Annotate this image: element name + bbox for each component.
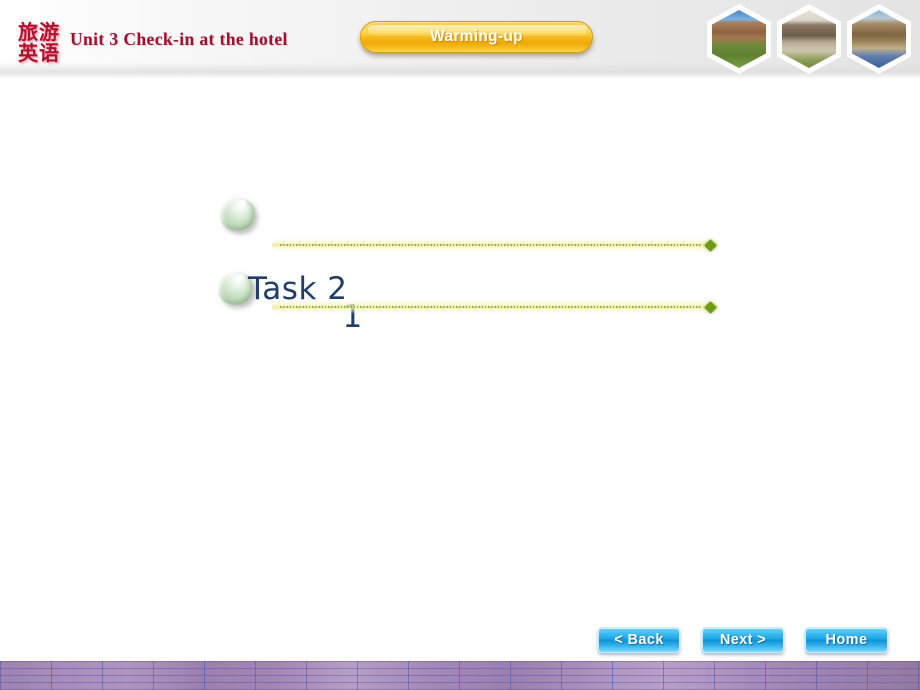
slide-canvas: 旅游 英语 Unit 3 Check-in at the hotel Warmi… bbox=[0, 0, 920, 690]
slide-content: Task 21 bbox=[0, 0, 920, 690]
footer-decorative-band bbox=[0, 661, 920, 690]
home-button[interactable]: Home bbox=[805, 627, 888, 653]
next-button[interactable]: Next > bbox=[702, 627, 784, 653]
diamond-endpoint-icon bbox=[704, 239, 717, 252]
dotted-rule-2 bbox=[272, 300, 718, 314]
home-button-label: Home bbox=[825, 632, 868, 648]
diamond-endpoint-icon bbox=[704, 301, 717, 314]
water-drop-bullet-icon bbox=[216, 193, 259, 236]
navigation-bar: < Back Next > Home bbox=[598, 627, 888, 653]
dotted-rule-1 bbox=[272, 238, 718, 252]
dotted-line bbox=[280, 306, 702, 308]
back-button[interactable]: < Back bbox=[598, 627, 680, 653]
next-button-label: Next > bbox=[719, 632, 767, 648]
dotted-line bbox=[280, 244, 702, 246]
back-button-label: < Back bbox=[614, 632, 664, 648]
